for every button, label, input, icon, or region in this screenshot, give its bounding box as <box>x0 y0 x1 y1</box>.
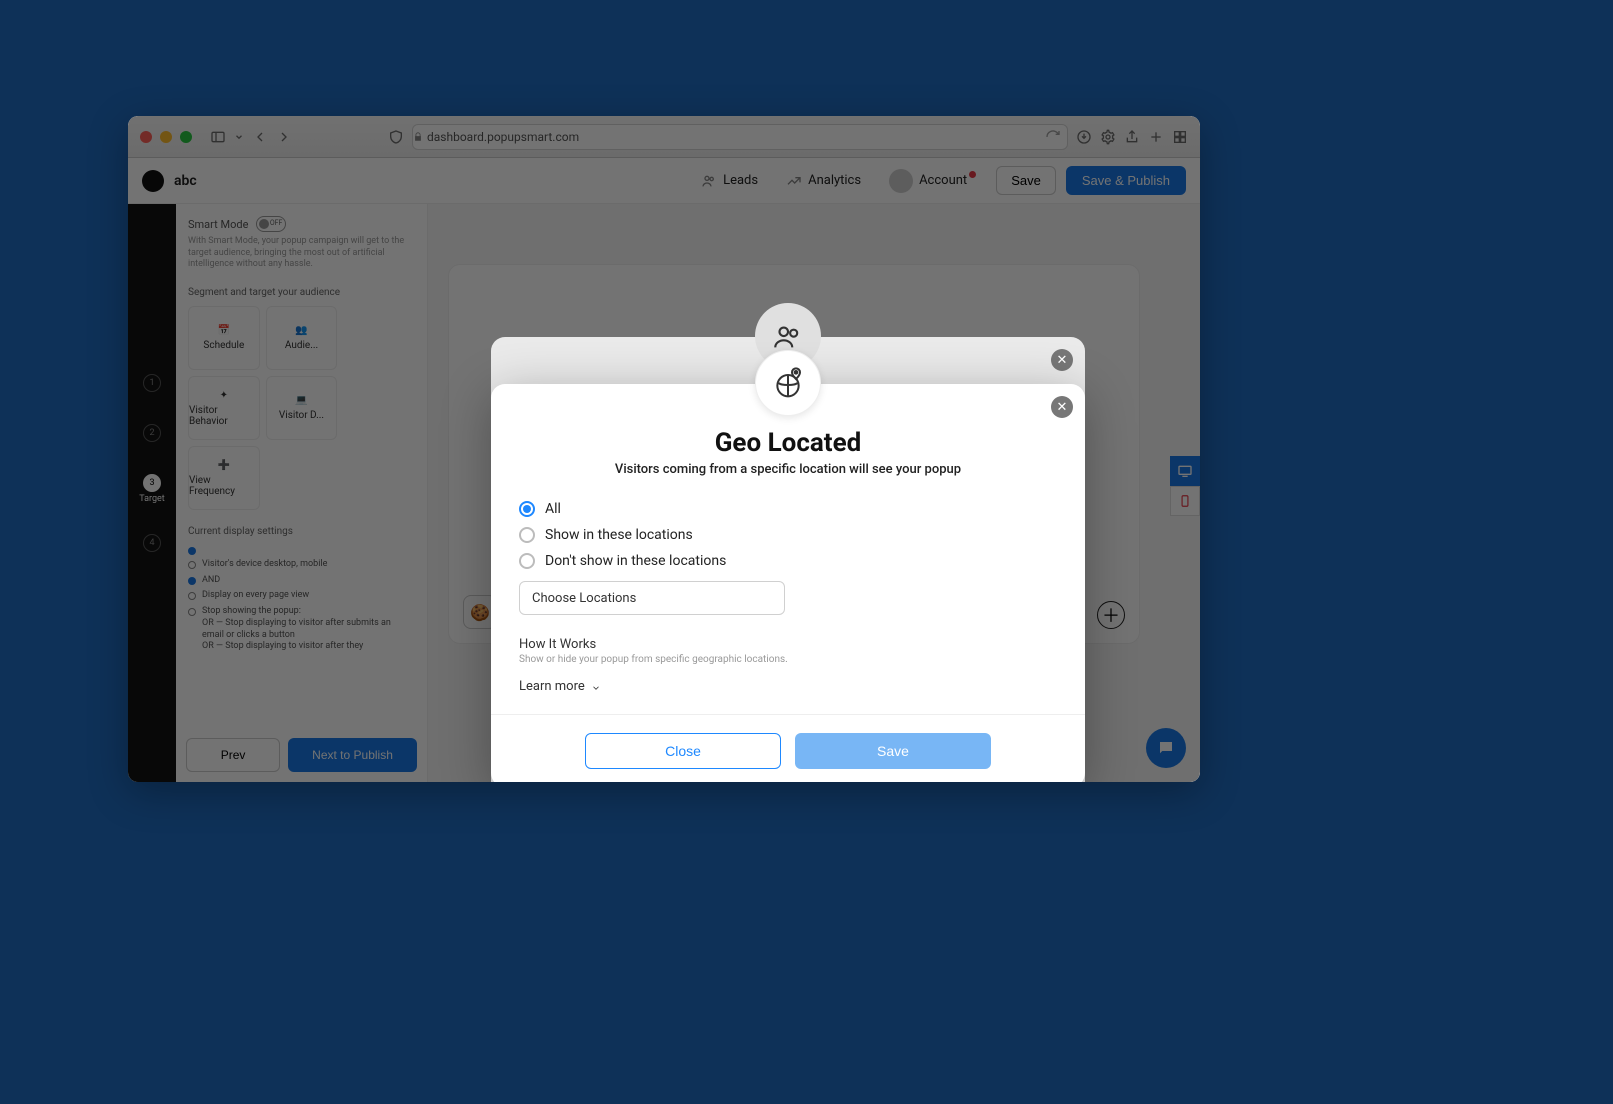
close-audience-card-button[interactable]: ✕ <box>1051 349 1073 371</box>
radio-icon <box>519 527 535 543</box>
chevron-down-icon <box>591 682 601 692</box>
radio-all[interactable]: All <box>519 501 1057 517</box>
globe-pin-icon <box>772 367 804 399</box>
radio-label: All <box>545 501 561 517</box>
geo-icon-circle <box>755 350 821 416</box>
radio-show-in[interactable]: Show in these locations <box>519 527 1057 543</box>
radio-icon <box>519 501 535 517</box>
close-geo-modal-button[interactable]: ✕ <box>1051 396 1073 418</box>
how-it-works-desc: Show or hide your popup from specific ge… <box>519 654 1057 665</box>
geo-located-modal: ✕ Geo Located Visitors coming from a spe… <box>491 384 1085 782</box>
modal-close-button[interactable]: Close <box>585 733 781 769</box>
radio-hide-in[interactable]: Don't show in these locations <box>519 553 1057 569</box>
radio-icon <box>519 553 535 569</box>
learn-more-label: Learn more <box>519 679 585 694</box>
learn-more-link[interactable]: Learn more <box>519 679 1057 694</box>
modal-subtitle: Visitors coming from a specific location… <box>519 462 1057 477</box>
modal-save-button[interactable]: Save <box>795 733 991 769</box>
select-placeholder: Choose Locations <box>532 591 636 606</box>
how-it-works-title: How It Works <box>519 637 1057 652</box>
radio-label: Don't show in these locations <box>545 553 726 569</box>
geo-radio-group: All Show in these locations Don't show i… <box>519 501 1057 569</box>
choose-locations-select[interactable]: Choose Locations <box>519 581 785 615</box>
modal-title: Geo Located <box>519 428 1057 458</box>
radio-label: Show in these locations <box>545 527 693 543</box>
browser-window: dashboard.popupsmart.com abc Leads <box>128 116 1200 782</box>
modal-footer: Close Save <box>491 714 1085 782</box>
